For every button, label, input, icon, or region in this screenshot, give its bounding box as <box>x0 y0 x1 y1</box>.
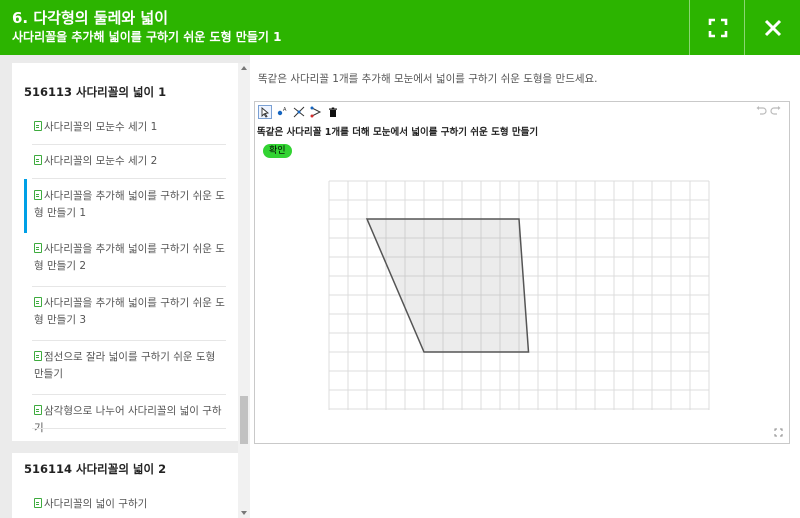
item-divider <box>32 428 226 429</box>
cursor-tool-button[interactable] <box>258 105 272 119</box>
list-item[interactable]: 사다리꼴을 추가해 넓이를 구하기 쉬운 도형 만들기 2 <box>12 233 238 287</box>
fullscreen-button[interactable] <box>690 0 745 55</box>
active-indicator <box>24 179 27 233</box>
list-item-active[interactable]: 사다리꼴을 추가해 넓이를 구하기 쉬운 도형 만들기 1 <box>12 179 238 233</box>
list-item-label: 사다리꼴을 추가해 넓이를 구하기 쉬운 도형 만들기 1 <box>34 190 225 219</box>
list-item-label: 사다리꼴을 추가해 넓이를 구하기 쉬운 도형 만들기 3 <box>34 297 225 326</box>
list-item[interactable]: 삼각형으로 나누어 사다리꼴의 넓이 구하기 <box>12 395 238 434</box>
list-item[interactable]: 사다리꼴의 모눈수 세기 2 <box>12 145 238 179</box>
vector-tool-button[interactable] <box>309 105 323 119</box>
instruction-text: 똑같은 사다리꼴 1개를 추가해 모눈에서 넓이를 구하기 쉬운 도형을 만드세… <box>258 73 598 85</box>
document-icon <box>34 405 42 415</box>
cursor-icon <box>261 106 270 118</box>
document-icon <box>34 121 42 131</box>
sidebar-scrollbar[interactable] <box>238 63 250 518</box>
scroll-thumb[interactable] <box>240 396 248 444</box>
document-icon <box>34 190 42 200</box>
section-title: 516113 사다리꼴의 넓이 1 <box>24 85 167 99</box>
app-header: 6. 다각형의 둘레와 넓이 사다리꼴을 추가해 넓이를 구하기 쉬운 도형 만… <box>0 0 800 55</box>
applet-title: 똑같은 사다리꼴 1개를 더해 모눈에서 넓이를 구하기 쉬운 도형 만들기 <box>257 127 539 138</box>
trash-icon <box>329 107 337 117</box>
point-tool-button[interactable]: A <box>275 105 289 119</box>
list-item-label: 삼각형으로 나누어 사다리꼴의 넓이 구하기 <box>34 405 222 434</box>
undo-icon[interactable] <box>755 105 767 117</box>
page-subtitle: 사다리꼴을 추가해 넓이를 구하기 쉬운 도형 만들기 1 <box>12 30 282 44</box>
page-title: 6. 다각형의 둘레와 넓이 <box>12 9 169 27</box>
document-icon <box>34 498 42 508</box>
line-tool-button[interactable] <box>292 105 306 119</box>
list-item[interactable]: 사다리꼴을 추가해 넓이를 구하기 쉬운 도형 만들기 3 <box>12 287 238 341</box>
line-icon <box>293 106 305 118</box>
document-icon <box>34 155 42 165</box>
svg-text:A: A <box>283 107 287 113</box>
delete-tool-button[interactable] <box>326 105 340 119</box>
close-button[interactable] <box>745 0 800 55</box>
list-item[interactable]: 사다리꼴의 넓이 구하기 <box>12 488 238 518</box>
grid-canvas[interactable] <box>328 180 710 410</box>
applet-toolbar: A <box>255 102 789 122</box>
list-item-label: 점선으로 잘라 넓이를 구하기 쉬운 도형 만들기 <box>34 351 216 380</box>
list-item-label: 사다리꼴의 넓이 구하기 <box>44 498 148 510</box>
point-icon: A <box>277 107 287 116</box>
main-content: 똑같은 사다리꼴 1개를 추가해 모눈에서 넓이를 구하기 쉬운 도형을 만드세… <box>250 55 800 518</box>
vector-icon <box>310 106 322 118</box>
geometry-applet[interactable]: A 똑같은 사다리꼴 1개를 더해 모눈에서 넓이를 구하기 쉬운 도형 만들기… <box>254 101 790 444</box>
list-item-label: 사다리꼴의 모눈수 세기 2 <box>44 155 158 167</box>
scroll-down-icon[interactable] <box>241 511 247 515</box>
document-icon <box>34 351 42 361</box>
list-item-label: 사다리꼴의 모눈수 세기 1 <box>44 121 158 133</box>
list-item-label: 사다리꼴을 추가해 넓이를 구하기 쉬운 도형 만들기 2 <box>34 243 225 272</box>
lesson-list: 516113 사다리꼴의 넓이 1 사다리꼴의 모눈수 세기 1 사다리꼴의 모… <box>12 63 238 518</box>
list-item[interactable]: 사다리꼴의 모눈수 세기 1 <box>12 111 238 145</box>
section-separator <box>12 441 238 453</box>
document-icon <box>34 243 42 253</box>
lesson-sidebar: 516113 사다리꼴의 넓이 1 사다리꼴의 모눈수 세기 1 사다리꼴의 모… <box>0 55 250 518</box>
fullscreen-icon <box>708 18 727 37</box>
close-icon <box>764 19 781 36</box>
list-item[interactable]: 점선으로 잘라 넓이를 구하기 쉬운 도형 만들기 <box>12 341 238 395</box>
resize-icon[interactable] <box>774 428 783 437</box>
section-title: 516114 사다리꼴의 넓이 2 <box>24 462 167 476</box>
scroll-up-icon[interactable] <box>241 66 247 70</box>
confirm-button[interactable]: 확인 <box>263 144 292 158</box>
document-icon <box>34 297 42 307</box>
redo-icon[interactable] <box>770 105 782 117</box>
